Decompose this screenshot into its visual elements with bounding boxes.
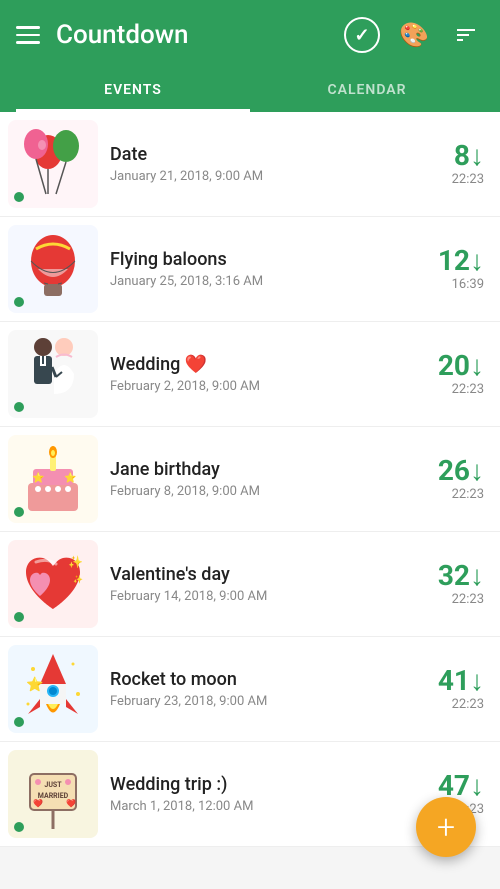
event-name: Wedding trip :) [110, 774, 438, 795]
add-event-fab[interactable]: + [416, 797, 476, 857]
event-time: 22:23 [452, 382, 484, 397]
event-name: Jane birthday [110, 459, 438, 480]
event-dot [14, 402, 24, 412]
event-days: 32↓ [438, 562, 484, 590]
palette-icon[interactable]: 🎨 [396, 17, 432, 53]
event-name: Valentine's day [110, 564, 438, 585]
svg-text:⭐: ⭐ [32, 471, 44, 484]
event-thumbnail [8, 225, 98, 313]
event-info: Jane birthday February 8, 2018, 9:00 AM [110, 459, 438, 499]
event-time: 22:23 [452, 487, 484, 502]
event-thumbnail: ⭐ ⭐ [8, 435, 98, 523]
event-dot [14, 297, 24, 307]
event-thumbnail: ⭐ [8, 645, 98, 733]
event-dot [14, 822, 24, 832]
app-title: Countdown [56, 20, 328, 50]
app-container: Countdown 🎨 EVENTS CALENDAR [0, 0, 500, 847]
event-countdown: 26↓ 22:23 [438, 457, 484, 502]
event-date: February 14, 2018, 9:00 AM [110, 589, 438, 604]
svg-text:✨: ✨ [68, 555, 83, 569]
event-name: Date [110, 144, 452, 165]
event-item[interactable]: Flying baloons January 25, 2018, 3:16 AM… [0, 217, 500, 322]
event-days: 47↓ [438, 772, 484, 800]
event-date: January 25, 2018, 3:16 AM [110, 274, 438, 289]
event-item[interactable]: Date January 21, 2018, 9:00 AM 8↓ 22:23 [0, 112, 500, 217]
header: Countdown 🎨 EVENTS CALENDAR [0, 0, 500, 112]
event-dot [14, 717, 24, 727]
event-thumbnail [8, 330, 98, 418]
menu-icon[interactable] [16, 26, 40, 44]
event-time: 22:23 [452, 697, 484, 712]
event-countdown: 41↓ 22:23 [438, 667, 484, 712]
tab-events[interactable]: EVENTS [16, 70, 250, 112]
event-item[interactable]: ✨ ✨ Valentine's day February 14, 2018, 9… [0, 532, 500, 637]
event-date: February 23, 2018, 9:00 AM [110, 694, 438, 709]
sort-icon[interactable] [448, 17, 484, 53]
event-days: 20↓ [438, 352, 484, 380]
event-days: 12↓ [438, 247, 484, 275]
event-countdown: 20↓ 22:23 [438, 352, 484, 397]
check-icon[interactable] [344, 17, 380, 53]
svg-text:⭐: ⭐ [64, 471, 76, 484]
svg-text:⭐: ⭐ [26, 676, 43, 693]
event-name: Flying baloons [110, 249, 438, 270]
event-date: February 2, 2018, 9:00 AM [110, 379, 438, 394]
event-date: February 8, 2018, 9:00 AM [110, 484, 438, 499]
event-info: Date January 21, 2018, 9:00 AM [110, 144, 452, 184]
event-time: 16:39 [452, 277, 484, 292]
events-list: Date January 21, 2018, 9:00 AM 8↓ 22:23 [0, 112, 500, 847]
event-time: 22:23 [452, 172, 484, 187]
event-thumbnail: ✨ ✨ [8, 540, 98, 628]
event-dot [14, 507, 24, 517]
event-dot [14, 612, 24, 622]
event-thumbnail [8, 120, 98, 208]
event-name: Wedding ❤️ [110, 354, 438, 375]
event-item[interactable]: ⭐ ⭐ Jane birthday February 8, 2018, 9:00… [0, 427, 500, 532]
event-days: 8↓ [454, 142, 484, 170]
event-countdown: 8↓ 22:23 [452, 142, 484, 187]
event-info: Valentine's day February 14, 2018, 9:00 … [110, 564, 438, 604]
svg-text:❤️: ❤️ [66, 799, 76, 808]
tab-calendar[interactable]: CALENDAR [250, 70, 484, 112]
svg-text:❤️: ❤️ [33, 799, 43, 808]
event-name: Rocket to moon [110, 669, 438, 690]
event-days: 41↓ [438, 667, 484, 695]
event-item[interactable]: ⭐ Rocket to moon February 23, 2018, 9:00… [0, 637, 500, 742]
event-info: Flying baloons January 25, 2018, 3:16 AM [110, 249, 438, 289]
svg-text:✨: ✨ [73, 575, 83, 584]
event-date: January 21, 2018, 9:00 AM [110, 169, 452, 184]
event-info: Wedding ❤️ February 2, 2018, 9:00 AM [110, 354, 438, 394]
event-time: 22:23 [452, 592, 484, 607]
event-info: Wedding trip :) March 1, 2018, 12:00 AM [110, 774, 438, 814]
event-countdown: 32↓ 22:23 [438, 562, 484, 607]
tab-bar: EVENTS CALENDAR [16, 70, 484, 112]
event-thumbnail: JUST MARRIED ❤️ ❤️ [8, 750, 98, 838]
event-dot [14, 192, 24, 202]
event-info: Rocket to moon February 23, 2018, 9:00 A… [110, 669, 438, 709]
event-days: 26↓ [438, 457, 484, 485]
event-countdown: 12↓ 16:39 [438, 247, 484, 292]
event-item[interactable]: Wedding ❤️ February 2, 2018, 9:00 AM 20↓… [0, 322, 500, 427]
event-date: March 1, 2018, 12:00 AM [110, 799, 438, 814]
svg-text:JUST: JUST [44, 781, 62, 789]
